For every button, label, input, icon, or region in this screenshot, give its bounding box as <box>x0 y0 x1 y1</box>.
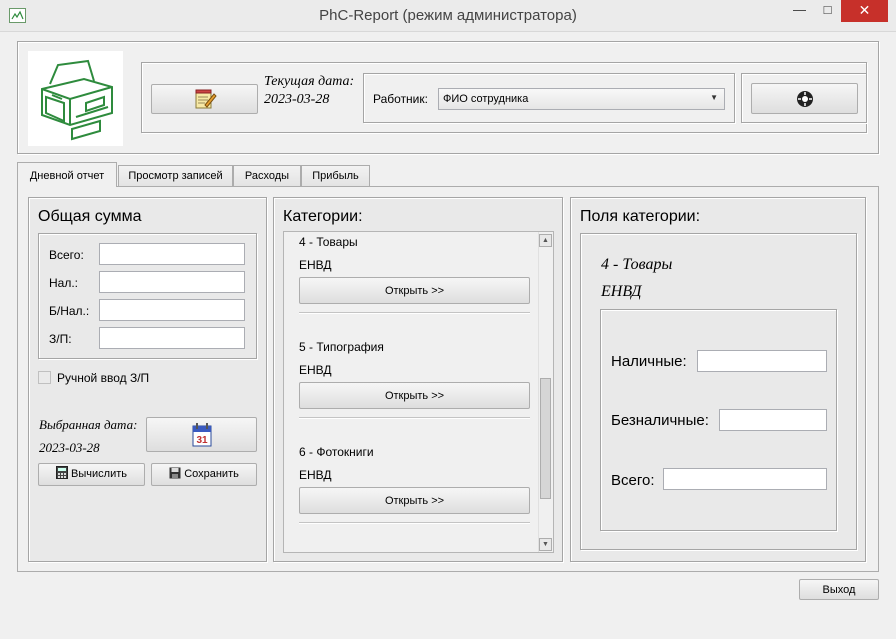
save-button[interactable]: Сохранить <box>151 463 257 486</box>
categories-scroll-area[interactable]: 4 - Товары ЕНВД Открыть >> 5 - Типографи… <box>283 231 554 553</box>
calendar-button[interactable]: 31 <box>146 417 257 452</box>
total-all-label: Всего: <box>49 248 84 262</box>
manual-salary-label: Ручной ввод З/П <box>57 371 150 385</box>
exit-button[interactable]: Выход <box>799 579 879 600</box>
total-salary-label: З/П: <box>49 332 72 346</box>
category-name: 4 - Товары <box>299 235 358 249</box>
worker-select[interactable]: ФИО сотрудника ▼ <box>438 88 725 110</box>
categories-title: Категории: <box>283 208 363 225</box>
printer-icon <box>41 59 113 141</box>
tab-profit[interactable]: Прибыль <box>301 165 370 186</box>
selected-date-label: Выбранная дата: <box>39 417 138 432</box>
tab-view-records[interactable]: Просмотр записей <box>118 165 233 186</box>
cash-label: Наличные: <box>611 353 687 370</box>
worker-select-value: ФИО сотрудника <box>443 93 529 105</box>
open-category-button[interactable]: Открыть >> <box>299 277 530 304</box>
calculate-button[interactable]: Вычислить <box>38 463 145 486</box>
category-name: 6 - Фотокниги <box>299 445 374 459</box>
category-separator <box>299 312 530 314</box>
amount-total-label: Всего: <box>611 472 655 489</box>
total-cashless-label: Б/Нал.: <box>49 304 90 318</box>
total-salary-input[interactable] <box>99 327 245 349</box>
tab-expenses[interactable]: Расходы <box>233 165 301 186</box>
current-date-label: Текущая дата: <box>264 74 355 89</box>
scroll-down-arrow-icon[interactable]: ▼ <box>539 538 552 551</box>
category-name: 5 - Типография <box>299 340 384 354</box>
current-date-value: 2023-03-28 <box>264 92 330 107</box>
category-fields-title: Поля категории: <box>580 208 701 225</box>
manual-salary-checkbox[interactable] <box>38 371 51 384</box>
calendar-day: 31 <box>196 435 208 446</box>
save-button-label: Сохранить <box>184 468 239 480</box>
selected-date-value: 2023-03-28 <box>39 440 100 455</box>
cashless-label: Безналичные: <box>611 412 709 429</box>
total-all-input[interactable] <box>99 243 245 265</box>
tab-daily-report[interactable]: Дневной отчет <box>17 162 117 187</box>
selected-category-tax: ЕНВД <box>601 283 642 300</box>
category-tax: ЕНВД <box>299 258 332 272</box>
cashless-input[interactable] <box>719 409 827 431</box>
total-cash-input[interactable] <box>99 271 245 293</box>
category-tax: ЕНВД <box>299 363 332 377</box>
totals-title: Общая сумма <box>38 208 142 225</box>
settings-button[interactable] <box>751 83 858 114</box>
gear-icon <box>796 91 813 107</box>
minimize-button[interactable]: — <box>785 0 814 22</box>
notepad-pencil-icon <box>195 89 217 109</box>
scroll-thumb[interactable] <box>540 378 551 499</box>
open-category-button[interactable]: Открыть >> <box>299 382 530 409</box>
amount-total-input[interactable] <box>663 468 827 490</box>
calculate-button-label: Вычислить <box>71 468 127 480</box>
selected-category-name: 4 - Товары <box>601 256 673 273</box>
floppy-disk-icon <box>169 467 181 479</box>
scroll-up-arrow-icon[interactable]: ▲ <box>539 234 552 247</box>
calculator-icon <box>55 466 68 479</box>
calendar-icon: 31 <box>192 423 211 447</box>
category-tax: ЕНВД <box>299 468 332 482</box>
category-separator <box>299 522 530 524</box>
edit-button[interactable] <box>151 84 258 114</box>
title-bar: PhC-Report (режим администратора) — □ ✕ <box>0 0 896 32</box>
total-cash-label: Нал.: <box>49 276 79 290</box>
window-title: PhC-Report (режим администратора) <box>319 7 577 24</box>
worker-label: Работник: <box>373 92 428 106</box>
printer-logo <box>28 51 123 146</box>
open-category-button[interactable]: Открыть >> <box>299 487 530 514</box>
total-cashless-input[interactable] <box>99 299 245 321</box>
category-separator <box>299 417 530 419</box>
cash-input[interactable] <box>697 350 827 372</box>
maximize-button[interactable]: □ <box>814 0 841 22</box>
chevron-down-icon: ▼ <box>710 93 718 102</box>
close-button[interactable]: ✕ <box>841 0 888 22</box>
